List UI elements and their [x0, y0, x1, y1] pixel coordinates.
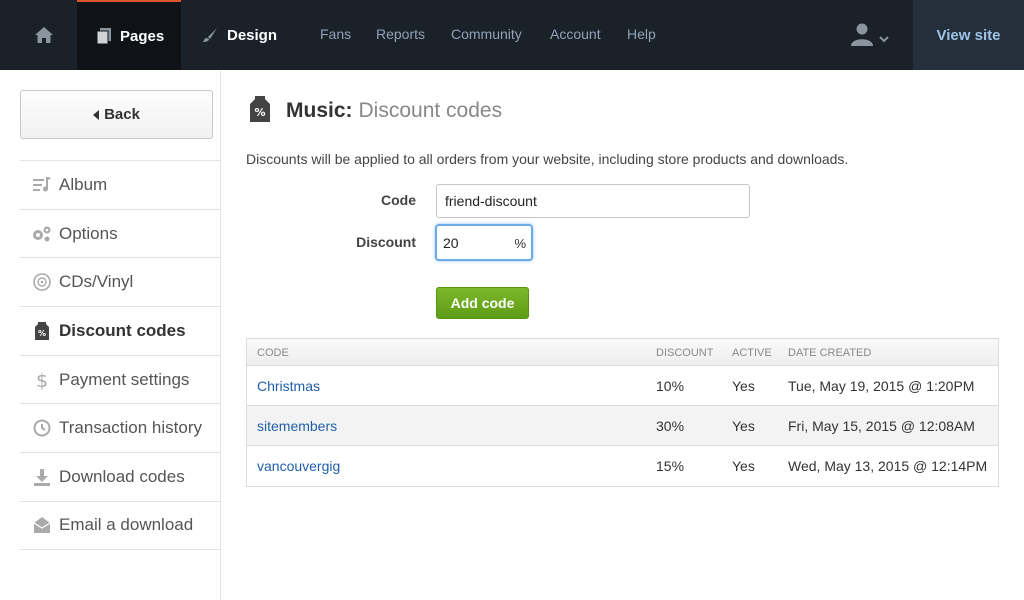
nav-link-reports[interactable]: Reports	[376, 26, 425, 42]
svg-text:%: %	[254, 106, 265, 119]
tab-pages-label: Pages	[120, 27, 165, 45]
disc-icon	[32, 272, 52, 292]
top-nav-bar: Pages Design Fans Reports Community Acco…	[0, 0, 1024, 70]
sidebar-item-cds-vinyl[interactable]: CDs/Vinyl	[20, 257, 220, 306]
discount-field[interactable]: %	[435, 224, 533, 261]
sidebar-item-discount-codes[interactable]: % Discount codes	[20, 306, 220, 355]
nav-link-help[interactable]: Help	[627, 26, 656, 42]
sidebar-item-label: Discount codes	[59, 320, 186, 340]
gears-icon	[32, 224, 52, 244]
back-caret-icon	[93, 109, 100, 120]
header-active[interactable]: ACTIVE	[732, 347, 772, 359]
discount-input[interactable]	[443, 233, 503, 253]
discount-label: Discount	[356, 234, 416, 250]
code-link[interactable]: vancouvergig	[257, 458, 340, 474]
sidebar-menu: Album Options CDs/Vinyl % Discount codes…	[20, 160, 220, 550]
user-menu[interactable]	[850, 22, 890, 46]
date-cell: Tue, May 19, 2015 @ 1:20PM	[788, 378, 975, 394]
view-site-label: View site	[936, 26, 1001, 44]
brush-icon	[203, 28, 217, 42]
sidebar-item-options[interactable]: Options	[20, 208, 220, 258]
sidebar-item-label: Payment settings	[59, 369, 190, 389]
chevron-down-icon	[879, 36, 889, 43]
sidebar-item-label: Email a download	[59, 515, 194, 535]
page-title: Music: Discount codes	[286, 99, 502, 123]
code-input[interactable]	[436, 184, 750, 218]
discount-tag-icon: %	[248, 96, 272, 127]
sidebar-item-label: Album	[59, 174, 108, 194]
nav-link-account[interactable]: Account	[550, 26, 601, 42]
code-link[interactable]: sitemembers	[257, 418, 337, 434]
table-row: Christmas 10% Yes Tue, May 19, 2015 @ 1:…	[247, 366, 998, 406]
dollar-icon: $	[32, 370, 52, 390]
table-header: CODE DISCOUNT ACTIVE DATE CREATED	[247, 339, 998, 366]
nav-link-community[interactable]: Community	[451, 26, 522, 42]
sidebar-item-label: Transaction history	[59, 418, 202, 438]
active-cell: Yes	[732, 458, 755, 474]
code-label: Code	[381, 192, 416, 208]
date-cell: Fri, May 15, 2015 @ 12:08AM	[788, 418, 975, 434]
svg-text:%: %	[38, 329, 46, 338]
nav-link-fans[interactable]: Fans	[320, 26, 351, 42]
sidebar-item-label: Options	[59, 223, 118, 243]
back-button[interactable]: Back	[20, 90, 213, 139]
sidebar-item-download-codes[interactable]: Download codes	[20, 452, 220, 501]
page-title-name: Discount codes	[358, 99, 503, 122]
active-cell: Yes	[732, 378, 755, 394]
tab-design-label: Design	[227, 26, 278, 44]
history-icon	[32, 418, 52, 438]
discount-codes-table: CODE DISCOUNT ACTIVE DATE CREATED Christ…	[246, 338, 999, 487]
user-icon	[851, 23, 873, 46]
table-row: sitemembers 30% Yes Fri, May 15, 2015 @ …	[247, 406, 998, 446]
intro-text: Discounts will be applied to all orders …	[246, 151, 849, 167]
sidebar-item-label: CDs/Vinyl	[59, 272, 134, 292]
code-link[interactable]: Christmas	[257, 378, 320, 394]
add-code-label: Add code	[450, 295, 515, 311]
home-button[interactable]	[10, 0, 77, 70]
view-site-button[interactable]: View site	[913, 0, 1024, 70]
pages-icon	[97, 28, 111, 44]
svg-text:$: $	[36, 370, 48, 390]
home-icon	[34, 27, 53, 43]
sidebar-item-label: Download codes	[59, 466, 185, 486]
tab-design[interactable]: Design	[181, 0, 291, 70]
table-row: vancouvergig 15% Yes Wed, May 13, 2015 @…	[247, 446, 998, 486]
active-cell: Yes	[732, 418, 755, 434]
header-date-created[interactable]: DATE CREATED	[788, 347, 871, 359]
sidebar-item-email-download[interactable]: Email a download	[20, 500, 220, 550]
sidebar-item-payment-settings[interactable]: $ Payment settings	[20, 354, 220, 404]
page-title-section: Music:	[286, 99, 353, 122]
download-icon	[32, 467, 52, 487]
add-code-button[interactable]: Add code	[436, 287, 529, 319]
sidebar: Back Album Options CDs/Vinyl % Discount …	[0, 70, 221, 600]
back-label: Back	[104, 106, 140, 123]
email-icon	[32, 515, 52, 535]
header-code[interactable]: CODE	[257, 347, 289, 359]
discount-cell: 10%	[656, 378, 685, 394]
tab-pages[interactable]: Pages	[77, 0, 181, 70]
sidebar-item-album[interactable]: Album	[20, 160, 220, 209]
header-discount[interactable]: DISCOUNT	[656, 347, 713, 359]
sidebar-item-transaction-history[interactable]: Transaction history	[20, 403, 220, 452]
discount-cell: 15%	[656, 458, 685, 474]
discount-cell: 30%	[656, 418, 685, 434]
discount-tag-icon: %	[32, 321, 52, 341]
discount-suffix: %	[514, 236, 526, 251]
date-cell: Wed, May 13, 2015 @ 12:14PM	[788, 458, 988, 474]
album-icon	[32, 175, 52, 195]
